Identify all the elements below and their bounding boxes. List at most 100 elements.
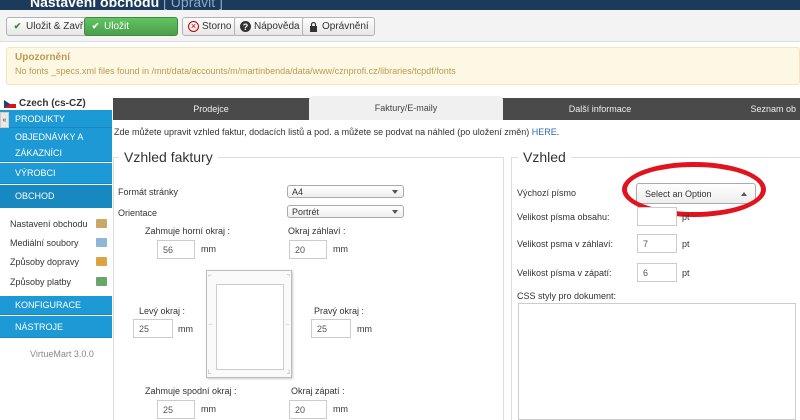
czech-flag-icon — [4, 99, 16, 108]
sidebar-section-label: KONFIGURACE — [15, 300, 82, 310]
chevron-down-icon — [392, 210, 398, 214]
unit-mm: mm — [333, 244, 348, 254]
right-margin-input[interactable]: 25 — [311, 319, 351, 338]
left-margin-label: Levý okraj : — [139, 306, 186, 316]
sidebar-section-manufacturers[interactable]: VÝROBCI — [0, 163, 112, 184]
page-content-area — [216, 284, 284, 370]
save-button[interactable]: ✔ Uložit — [84, 17, 178, 36]
css-styles-textarea[interactable] — [518, 303, 796, 420]
top-header-bar: Nastavení obchodu [ Upravit ] — [0, 0, 800, 10]
tab-bar: Prodejce Faktury/E-maily Další informace… — [113, 96, 800, 120]
unit-mm: mm — [178, 324, 193, 334]
page-title-text: Nastavení obchodu — [30, 0, 160, 10]
sidebar-item-shipping-methods[interactable]: Způsoby dopravy — [10, 257, 79, 267]
save-close-label: Uložit & Zavřít — [26, 21, 89, 32]
tab-vendor[interactable]: Prodejce — [113, 98, 309, 120]
save-label: Uložit — [104, 21, 130, 32]
tab-label: Seznam ob — [750, 104, 796, 114]
intro-end: . — [556, 127, 560, 137]
orientation-value: Portrét — [292, 206, 320, 217]
cancel-button[interactable]: × Storno — [182, 17, 238, 36]
language-selector[interactable]: Czech (cs-CZ) — [4, 98, 86, 109]
warning-notice: Upozornění No fonts _specs.xml files fou… — [6, 47, 800, 85]
close-icon: × — [188, 21, 199, 32]
intro-sentence: Zde můžete upravit vzhled faktur, dodací… — [114, 127, 530, 137]
tab-additional-info[interactable]: Další informace — [503, 98, 697, 120]
footer-font-size-input[interactable]: 6 — [637, 263, 677, 282]
corner-marker: ⅃ — [286, 370, 290, 376]
invoice-layout-title: Vzhled faktury — [119, 149, 218, 165]
notice-text: No fonts _specs.xml files found in /mnt/… — [15, 66, 456, 76]
permissions-label: Oprávnění — [322, 21, 369, 32]
media-icon — [96, 238, 107, 247]
page-margin-preview: ⌐ ¬ → ← L ⅃ — [206, 270, 292, 378]
right-margin-marker: ← — [285, 321, 291, 327]
cancel-label: Storno — [202, 21, 232, 32]
content-font-size-input[interactable] — [637, 207, 677, 226]
notice-title: Upozornění — [15, 52, 70, 63]
css-styles-label: CSS styly pro dokument: — [517, 291, 617, 301]
unit-pt: pt — [682, 268, 690, 278]
save-close-button[interactable]: ✔ Uložit & Zavřít — [6, 17, 95, 36]
top-margin-label: Zahmuje horní okraj : — [145, 226, 231, 236]
corner-marker: ¬ — [286, 273, 290, 279]
footer-margin-label: Okraj zápatí : — [291, 386, 345, 396]
corner-marker: ⌐ — [208, 273, 212, 279]
page-format-label: Formát stránky — [118, 187, 179, 197]
sidebar-section-shop[interactable]: OBCHOD — [0, 185, 112, 208]
tab-invoices-emails[interactable]: Faktury/E-maily — [309, 96, 503, 120]
sidebar-section-label: VÝROBCI — [15, 168, 56, 178]
orientation-label: Orientace — [118, 208, 158, 218]
unit-pt: pt — [682, 212, 690, 222]
help-label: Nápověda — [254, 21, 300, 32]
sidebar-item-media-files[interactable]: Mediální soubory — [10, 238, 79, 248]
page-format-select[interactable]: A4 — [287, 185, 404, 198]
lock-icon — [308, 21, 319, 32]
question-icon: ? — [240, 21, 251, 32]
unit-pt: pt — [682, 239, 690, 249]
intro-text: Zde můžete upravit vzhled faktur, dodací… — [114, 127, 559, 137]
checkmark-icon: ✔ — [13, 21, 22, 31]
tab-list[interactable]: Seznam ob — [697, 98, 800, 120]
top-margin-input[interactable]: 56 — [157, 240, 195, 259]
page-title: Nastavení obchodu [ Upravit ] — [30, 0, 223, 10]
payment-icon — [96, 277, 107, 286]
tab-label: Další informace — [568, 104, 632, 114]
sidebar-section-label: PRODUKTY — [15, 113, 66, 124]
collapse-sidebar-icon[interactable]: « — [0, 112, 9, 128]
toolbar: ✔ Uložit & Zavřít ✔ Uložit × Storno ? Ná… — [0, 10, 800, 42]
appearance-title: Vzhled — [518, 149, 571, 165]
shop-icon — [96, 219, 107, 228]
help-button[interactable]: ? Nápověda — [234, 17, 306, 36]
right-margin-label: Pravý okraj : — [314, 306, 365, 316]
sidebar-section-label: OBJEDNÁVKY A ZÁKAZNÍCI — [15, 131, 83, 158]
sidebar-section-configuration[interactable]: KONFIGURACE — [0, 296, 112, 315]
page-format-value: A4 — [292, 186, 304, 197]
unit-mm: mm — [333, 404, 348, 414]
default-font-label: Výchozí písmo — [517, 188, 577, 198]
content-font-size-label: Velikost písma obsahu: — [517, 212, 610, 222]
left-margin-marker: → — [207, 321, 213, 327]
sidebar-section-label: OBCHOD — [15, 191, 55, 201]
header-font-size-label: Velikost psma v záhlaví: — [517, 239, 614, 249]
truck-icon — [96, 257, 107, 266]
footer-font-size-label: Velikost písma v zápatí: — [517, 268, 612, 278]
bottom-margin-input[interactable]: 25 — [157, 400, 195, 419]
page-subtitle: [ Upravit ] — [163, 0, 223, 10]
sidebar-section-orders-customers[interactable]: OBJEDNÁVKY A ZÁKAZNÍCI — [0, 128, 112, 162]
sidebar-section-products[interactable]: PRODUKTY — [0, 110, 112, 128]
orientation-select[interactable]: Portrét — [287, 205, 404, 218]
checkmark-icon: ✔ — [91, 21, 100, 31]
preview-here-link[interactable]: HERE — [532, 127, 557, 137]
footer-margin-input[interactable]: 20 — [289, 400, 327, 419]
unit-mm: mm — [357, 324, 372, 334]
header-margin-input[interactable]: 20 — [289, 240, 327, 259]
language-label: Czech (cs-CZ) — [19, 98, 86, 109]
sidebar-item-payment-methods[interactable]: Způsoby platby — [10, 277, 71, 287]
header-font-size-input[interactable]: 7 — [637, 234, 677, 253]
sidebar-item-shop-settings[interactable]: Nastavení obchodu — [10, 219, 88, 229]
permissions-button[interactable]: Oprávnění — [302, 17, 375, 36]
left-margin-input[interactable]: 25 — [133, 319, 173, 338]
sidebar-section-tools[interactable]: NÁSTROJE — [0, 316, 112, 338]
corner-marker: L — [208, 370, 212, 376]
